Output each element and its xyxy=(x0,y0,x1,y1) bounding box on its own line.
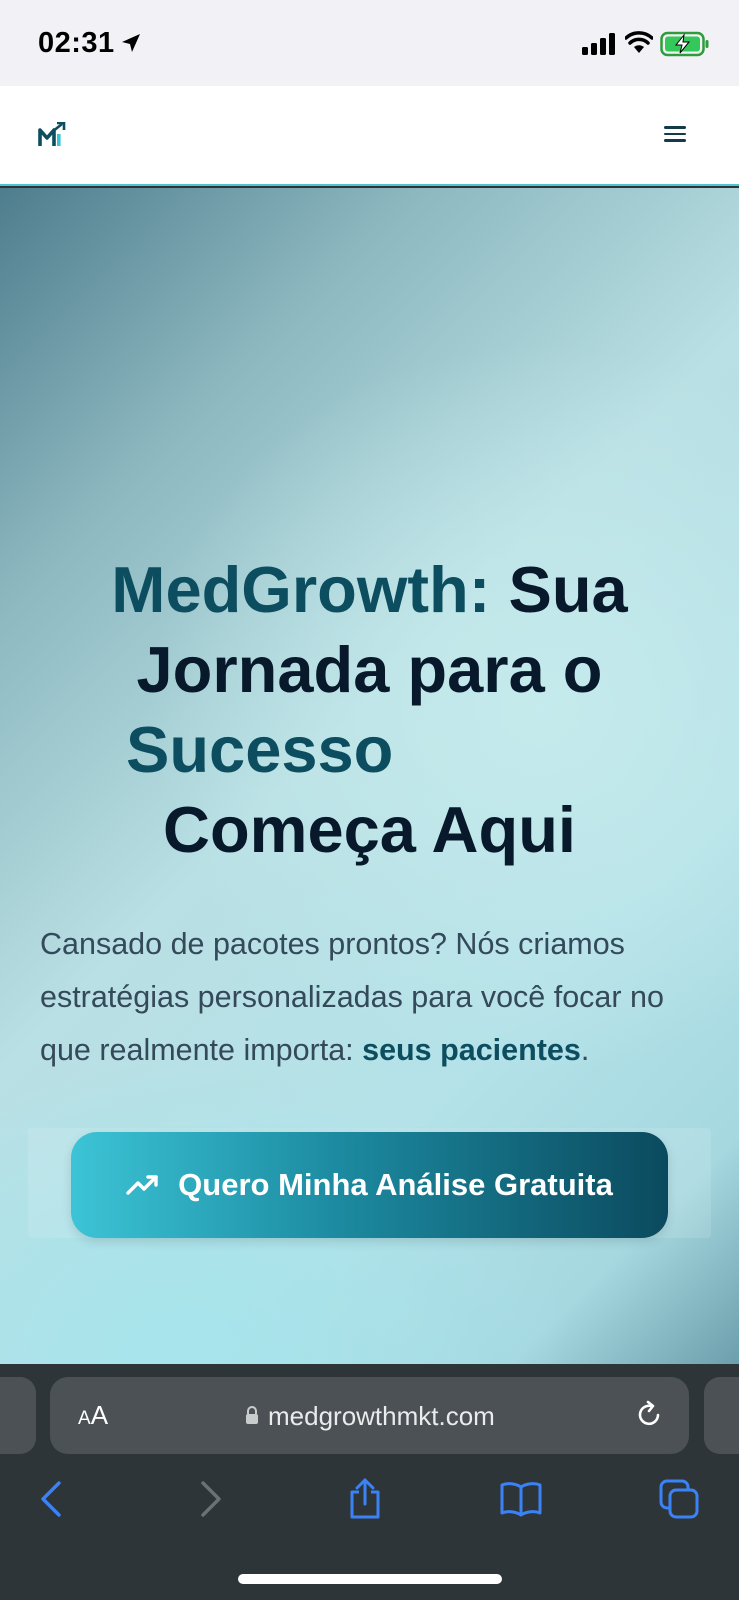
status-time: 02:31 xyxy=(38,27,115,59)
reader-text-size-button[interactable]: AA xyxy=(78,1400,108,1431)
free-analysis-cta-button[interactable]: Quero Minha Análise Gratuita xyxy=(71,1132,668,1238)
medgrowth-logo-icon[interactable] xyxy=(38,122,66,148)
cta-label: Quero Minha Análise Gratuita xyxy=(178,1167,613,1202)
reload-icon[interactable] xyxy=(634,1400,664,1430)
hero-subtitle: Cansado de pacotes prontos? Nós criamos … xyxy=(40,918,710,1077)
forward-icon[interactable] xyxy=(186,1474,236,1524)
battery-charging-icon xyxy=(660,31,709,57)
subtitle-end: . xyxy=(580,1033,590,1067)
status-bar: 02:31 xyxy=(0,0,739,86)
home-indicator xyxy=(238,1574,502,1584)
location-arrow-icon xyxy=(122,34,140,52)
hero-title: MedGrowth: Sua Jornada para o Sucesso Co… xyxy=(0,550,739,870)
bookmarks-icon[interactable] xyxy=(496,1474,546,1524)
title-part-3: Começa Aqui xyxy=(163,793,576,866)
trending-up-icon xyxy=(126,1175,158,1195)
url-text: medgrowthmkt.com xyxy=(268,1401,495,1431)
lock-icon xyxy=(246,1406,258,1424)
site-header xyxy=(0,86,739,186)
wifi-icon xyxy=(625,31,653,53)
previous-tab-preview[interactable] xyxy=(0,1377,36,1454)
hamburger-menu-icon[interactable] xyxy=(660,122,690,150)
title-part-2: Jornada para o xyxy=(136,633,603,706)
next-tab-preview[interactable] xyxy=(704,1377,739,1454)
cellular-signal-icon xyxy=(582,33,615,55)
subtitle-highlight: seus pacientes xyxy=(362,1033,581,1067)
back-icon[interactable] xyxy=(26,1474,76,1524)
title-accent-brand: MedGrowth: xyxy=(111,553,491,626)
title-part-1: Sua xyxy=(490,553,628,626)
tabs-icon[interactable] xyxy=(654,1474,704,1524)
title-accent-success: Sucesso xyxy=(126,713,394,786)
share-icon[interactable] xyxy=(340,1474,390,1524)
